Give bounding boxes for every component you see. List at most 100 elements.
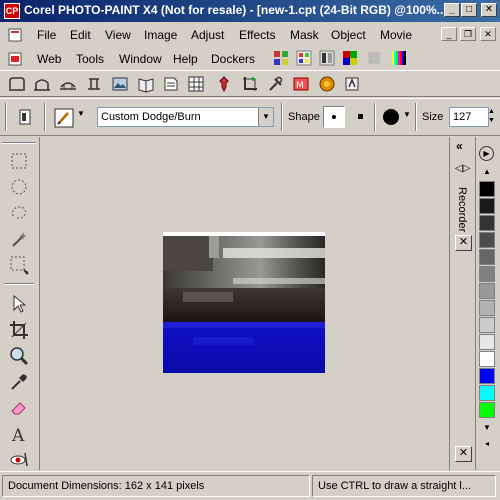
bridge-icon[interactable] (59, 75, 77, 93)
script-icon[interactable] (343, 75, 361, 93)
docker-tab-arrows-icon[interactable]: ◁▷ (455, 163, 470, 174)
crop-tool[interactable] (8, 319, 30, 341)
magnifier-icon (10, 347, 29, 366)
svg-text:M: M (296, 81, 304, 91)
maximize-button[interactable]: □ (461, 3, 477, 17)
toolbox-grip[interactable] (2, 142, 36, 144)
color-grid-icon[interactable] (273, 50, 289, 66)
palette-swatch[interactable] (479, 368, 495, 384)
toolbar-grip[interactable] (5, 103, 7, 131)
corel-balloon-icon[interactable] (318, 75, 336, 93)
arch-icon[interactable] (33, 75, 51, 93)
red-eye-tool[interactable] (8, 448, 30, 470)
channels-icon[interactable] (319, 50, 335, 66)
menu-image[interactable]: Image (144, 28, 177, 42)
canvas-area[interactable] (40, 137, 448, 470)
palette-swatch[interactable] (479, 300, 495, 316)
eyedropper-tool[interactable] (8, 371, 30, 393)
palette-expand-icon[interactable]: ◂ (479, 437, 495, 451)
property-bar: ▼ Custom Dodge/Burn ▼ Shape ▼ Size 127 ▲… (0, 98, 500, 136)
color-bars-icon[interactable] (391, 50, 407, 66)
size-input[interactable]: 127 (449, 107, 489, 127)
media-editor-icon[interactable]: M (292, 75, 310, 93)
nib-dropdown-icon[interactable]: ▼ (403, 110, 411, 119)
pages-icon[interactable] (162, 75, 180, 93)
grid-icon[interactable] (187, 75, 205, 93)
palette-swatch[interactable] (479, 249, 495, 265)
menu-dockers[interactable]: Dockers (211, 52, 255, 66)
size-spinner[interactable]: ▲ ▼ (488, 107, 498, 125)
chevron-down-icon[interactable]: ▼ (258, 108, 273, 126)
palette-swatch[interactable] (479, 351, 495, 367)
brush-type-icon[interactable] (54, 108, 76, 128)
palette-scroll-up-icon[interactable]: ▲ (479, 165, 495, 179)
close-docker-bottom-button[interactable]: ✕ (455, 446, 472, 462)
mask-transform-tool[interactable] (8, 254, 30, 276)
square-shape-icon[interactable] (352, 108, 370, 126)
palette-swatch[interactable] (479, 402, 495, 418)
palette-swatch[interactable] (479, 266, 495, 282)
brush-settings-icon[interactable] (17, 108, 35, 126)
palette-swatch[interactable] (479, 181, 495, 197)
circle-mask-icon (11, 179, 27, 195)
mdi-close-button[interactable]: ✕ (480, 27, 496, 41)
palette-swatch[interactable] (479, 334, 495, 350)
frame-icon[interactable] (8, 75, 26, 93)
text-tool[interactable]: A (8, 423, 30, 446)
palette-swatch[interactable] (479, 215, 495, 231)
close-button[interactable]: ✕ (481, 3, 497, 17)
window-title: Corel PHOTO-PAINT X4 (Not for resale) - … (24, 3, 444, 17)
menu-window[interactable]: Window (119, 52, 162, 66)
book-icon[interactable] (137, 75, 155, 93)
palette-swatch[interactable] (479, 317, 495, 333)
app-icon[interactable]: CP (4, 3, 20, 19)
recorder-tab-label[interactable]: Recorder (456, 187, 468, 232)
mdi-restore-button[interactable]: ❐ (460, 27, 476, 41)
color-swatch-icon[interactable] (342, 50, 358, 66)
collapse-docker-icon[interactable]: « (456, 139, 463, 153)
palette-swatch[interactable] (479, 385, 495, 401)
menu-web[interactable]: Web (37, 52, 61, 66)
document-image[interactable] (163, 232, 325, 373)
palette-swatch[interactable] (479, 198, 495, 214)
circles-icon[interactable] (366, 50, 382, 66)
menu-file[interactable]: File (37, 28, 56, 42)
mdi-minimize-button[interactable]: _ (441, 27, 457, 41)
menu-help[interactable]: Help (173, 52, 198, 66)
freehand-mask-tool[interactable] (8, 202, 30, 224)
brush-type-combo[interactable]: Custom Dodge/Burn ▼ (97, 107, 274, 127)
zoom-tool[interactable] (8, 345, 30, 367)
menu-mask[interactable]: Mask (290, 28, 319, 42)
magic-wand-tool[interactable] (8, 228, 30, 250)
menu-object[interactable]: Object (331, 28, 366, 42)
rectangle-mask-tool[interactable] (8, 150, 30, 172)
palette-menu-button[interactable]: ▶ (479, 146, 494, 161)
crop-plus-icon[interactable] (241, 75, 259, 93)
menu-adjust[interactable]: Adjust (191, 28, 224, 42)
minimize-button[interactable]: _ (444, 3, 460, 17)
palette-swatch[interactable] (479, 283, 495, 299)
menu-view[interactable]: View (105, 28, 131, 42)
brush-type-dropdown-icon[interactable]: ▼ (77, 109, 85, 118)
menu-tools[interactable]: Tools (76, 52, 104, 66)
palette-scroll-down-icon[interactable]: ▼ (479, 421, 495, 435)
eraser-tool[interactable] (8, 397, 30, 419)
pin-icon[interactable] (215, 75, 233, 93)
image-frame-icon[interactable] (111, 75, 129, 93)
separator (4, 283, 34, 285)
menu-edit[interactable]: Edit (70, 28, 91, 42)
document-red-icon[interactable] (8, 52, 22, 66)
pillar-icon[interactable] (85, 75, 103, 93)
pick-tool[interactable] (8, 293, 30, 315)
nib-shape-icon[interactable] (381, 107, 401, 127)
palette-swatch[interactable] (479, 232, 495, 248)
menu-movie[interactable]: Movie (380, 28, 412, 42)
color-palette: ▶ ▲ ▼ ◂ (475, 137, 500, 470)
close-docker-button[interactable]: ✕ (455, 235, 472, 251)
tools-icon[interactable] (267, 75, 285, 93)
circle-mask-tool[interactable] (8, 176, 30, 198)
color-palette-icon[interactable] (296, 50, 312, 66)
menu-effects[interactable]: Effects (239, 28, 275, 42)
round-shape-button[interactable] (323, 106, 345, 128)
document-icon[interactable] (8, 28, 22, 42)
